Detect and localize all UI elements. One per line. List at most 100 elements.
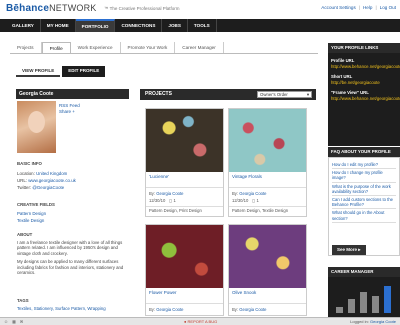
by-label: By: bbox=[232, 191, 239, 196]
projects-title: PROJECTS bbox=[145, 91, 172, 97]
author-link[interactable]: Georgia Coote bbox=[156, 307, 183, 312]
twitter-link[interactable]: @GeorgiaCoote bbox=[32, 185, 64, 190]
about-text: I am a freelance textile designer with a… bbox=[17, 240, 129, 275]
project-meta: By: Georgia Coote bbox=[229, 304, 306, 315]
separator: | bbox=[375, 5, 377, 10]
divider bbox=[10, 53, 318, 54]
logo-main-text: Bēhance bbox=[6, 3, 50, 14]
url-label: URL: bbox=[17, 178, 28, 183]
bottom-left-icons: ☺ ▦ ✉ bbox=[4, 319, 23, 324]
project-card[interactable]: Flower Power By: Georgia Coote bbox=[145, 224, 224, 316]
order-select[interactable]: Owner's Order ▾ bbox=[257, 91, 312, 98]
logged-in-status: Logged in: Georgia Coote bbox=[350, 319, 396, 324]
message-icon[interactable]: ✉ bbox=[20, 319, 23, 324]
project-card[interactable]: Vintage Florals By: Georgia Coote 12/30/… bbox=[228, 108, 307, 217]
project-card[interactable]: 'Lucienne' By: Georgia Coote 12/30/10 ◻ … bbox=[145, 108, 224, 217]
project-date: 12/30/10 bbox=[149, 198, 166, 203]
logout-link[interactable]: Log Out bbox=[380, 5, 396, 10]
behance-logo[interactable]: BēhanceNETWORK bbox=[6, 3, 97, 14]
see-more-label: See More bbox=[337, 247, 358, 252]
person-icon[interactable]: ☺ bbox=[4, 319, 8, 324]
career-bar bbox=[360, 292, 367, 313]
faq-link[interactable]: Can I add custom sections to the Behance… bbox=[332, 196, 396, 210]
project-title[interactable]: Vintage Florals bbox=[229, 172, 306, 188]
author-link[interactable]: Georgia Coote bbox=[156, 191, 183, 196]
by-label: By: bbox=[149, 191, 156, 196]
portfolio-subtabs: Projects Profile Work Experience Promote… bbox=[10, 42, 224, 53]
nav-tools[interactable]: TOOLS bbox=[188, 19, 217, 32]
project-thumbnail[interactable] bbox=[229, 225, 306, 288]
report-bug-label: REPORT A BUG bbox=[187, 319, 218, 324]
creative-field-link[interactable]: Textile Design bbox=[17, 218, 46, 225]
comment-icon: ◻ bbox=[251, 198, 256, 203]
share-link[interactable]: Share + bbox=[59, 109, 80, 115]
tab-work-experience[interactable]: Work Experience bbox=[71, 42, 121, 53]
project-fields: Pattern Design, Textile Design bbox=[229, 206, 306, 216]
profile-url[interactable]: http://www.behance.net/georgiacoote bbox=[331, 64, 400, 70]
frame-view-url[interactable]: http://www.behance.net/georgiacoote/fram… bbox=[331, 96, 400, 102]
arrow-right-icon: ▸ bbox=[358, 247, 361, 252]
see-more-button[interactable]: See More ▸ bbox=[332, 245, 366, 255]
help-link[interactable]: Help bbox=[363, 5, 372, 10]
project-meta: By: Georgia Coote 12/30/10 ◻ 1 bbox=[146, 188, 223, 206]
bug-icon: ● bbox=[184, 319, 187, 324]
project-title[interactable]: Olive Snook bbox=[229, 288, 306, 304]
project-count: 1 bbox=[256, 198, 259, 203]
edit-profile-tab[interactable]: EDIT PROFILE bbox=[62, 66, 106, 77]
profile-links-heading: YOUR PROFILE LINKS bbox=[328, 43, 400, 53]
creative-fields-heading: CREATIVE FIELDS bbox=[17, 202, 55, 207]
faq-link[interactable]: What is the purpose of the work availabi… bbox=[332, 183, 396, 197]
basic-info: Location: United Kingdom URL: www.georgi… bbox=[17, 170, 76, 191]
nav-my-home[interactable]: MY HOME bbox=[41, 19, 76, 32]
tab-profile[interactable]: Profile bbox=[41, 42, 71, 53]
website-link[interactable]: www.georgiacoote.co.uk bbox=[28, 178, 76, 183]
order-select-value: Owner's Order bbox=[260, 92, 288, 97]
tab-projects[interactable]: Projects bbox=[10, 42, 42, 53]
project-meta: By: Georgia Coote bbox=[146, 304, 223, 315]
basic-info-heading: BASIC INFO bbox=[17, 161, 42, 166]
creative-field-link[interactable]: Pattern Design bbox=[17, 211, 46, 218]
author-link[interactable]: Georgia Coote bbox=[239, 307, 266, 312]
project-thumbnail[interactable] bbox=[229, 109, 306, 172]
tab-promote-your-work[interactable]: Promote Your Work bbox=[121, 42, 176, 53]
tags-list[interactable]: Textiles, Stationery, Surface Pattern, W… bbox=[17, 306, 129, 311]
account-links: Account Settings | Help | Log Out bbox=[321, 5, 396, 10]
location-label: Location: bbox=[17, 171, 35, 176]
nav-jobs[interactable]: JOBS bbox=[162, 19, 188, 32]
logged-in-label: Logged in: bbox=[350, 319, 369, 324]
about-heading: ABOUT bbox=[17, 232, 33, 237]
career-manager-chart bbox=[328, 277, 400, 317]
tab-career-manager[interactable]: Career Manager bbox=[175, 42, 224, 53]
account-settings-link[interactable]: Account Settings bbox=[321, 5, 355, 10]
nav-gallery[interactable]: GALLERY bbox=[6, 19, 41, 32]
career-bar bbox=[336, 307, 343, 313]
profile-links: RSS Feed Share + bbox=[59, 103, 80, 115]
logged-in-user[interactable]: Georgia Coote bbox=[370, 319, 396, 324]
faq-link[interactable]: What should go in the About section? bbox=[332, 209, 396, 223]
report-bug-link[interactable]: ● REPORT A BUG bbox=[184, 319, 217, 324]
nav-portfolio[interactable]: PORTFOLIO bbox=[75, 19, 116, 32]
faq-link[interactable]: How do I change my profile image? bbox=[332, 169, 396, 183]
view-profile-tab[interactable]: VIEW PROFILE bbox=[16, 66, 61, 77]
project-title[interactable]: 'Lucienne' bbox=[146, 172, 223, 188]
career-bar bbox=[384, 286, 391, 313]
project-title[interactable]: Flower Power bbox=[146, 288, 223, 304]
view-edit-tabs: VIEW PROFILE EDIT PROFILE bbox=[16, 66, 106, 77]
career-bar bbox=[348, 299, 355, 313]
faq-panel: How do I edit my profile? How do I chang… bbox=[328, 157, 400, 256]
project-thumbnail[interactable] bbox=[146, 109, 223, 172]
project-count: 1 bbox=[173, 198, 176, 203]
main-nav: GALLERY MY HOME PORTFOLIO CONNECTIONS JO… bbox=[0, 19, 400, 32]
location-link[interactable]: United Kingdom bbox=[36, 171, 67, 176]
tags-heading: TAGS bbox=[17, 298, 29, 303]
about-paragraph: My designs can be applied to many differ… bbox=[17, 259, 124, 276]
short-url[interactable]: http://be.net/georgiacoote bbox=[331, 80, 397, 86]
author-link[interactable]: Georgia Coote bbox=[239, 191, 266, 196]
profile-name: Georgia Coote bbox=[16, 89, 129, 99]
project-thumbnail[interactable] bbox=[146, 225, 223, 288]
by-label: By: bbox=[232, 307, 239, 312]
project-card[interactable]: Olive Snook By: Georgia Coote bbox=[228, 224, 307, 316]
faq-link[interactable]: How do I edit my profile? bbox=[332, 161, 396, 170]
grid-icon[interactable]: ▦ bbox=[12, 319, 16, 324]
nav-connections[interactable]: CONNECTIONS bbox=[115, 19, 163, 32]
